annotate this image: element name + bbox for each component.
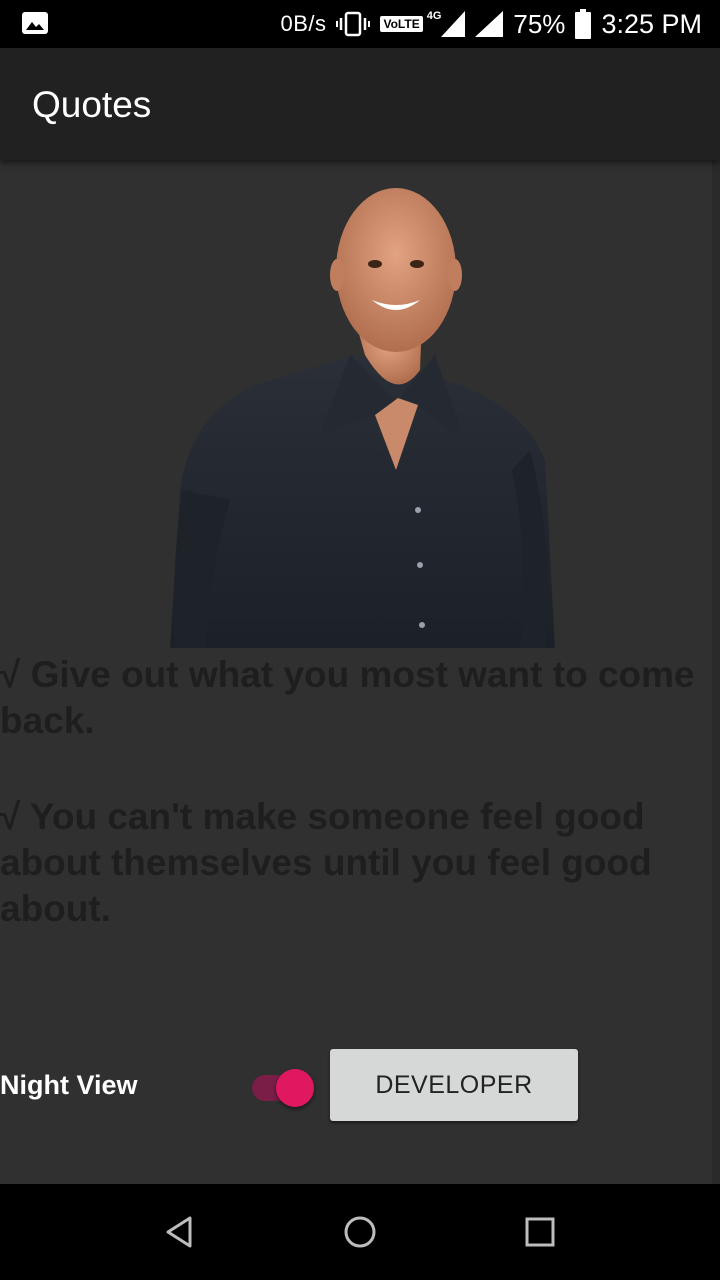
data-speed: 0B/s bbox=[280, 11, 327, 36]
content-edge bbox=[712, 160, 720, 1184]
navigation-bar bbox=[0, 1184, 720, 1280]
back-icon[interactable] bbox=[162, 1214, 198, 1250]
clock: 3:25 PM bbox=[601, 8, 702, 39]
portrait-photo bbox=[170, 188, 555, 648]
status-bar: 0B/s VoLTE 4G 75% 3:25 PM bbox=[0, 0, 720, 48]
page-title: Quotes bbox=[32, 84, 152, 125]
night-view-toggle[interactable] bbox=[252, 1066, 316, 1110]
recents-icon[interactable] bbox=[522, 1214, 558, 1250]
vibrate-icon bbox=[336, 11, 371, 37]
signal-icon-2 bbox=[475, 11, 504, 37]
home-icon[interactable] bbox=[342, 1214, 378, 1250]
signal-icon bbox=[441, 11, 466, 37]
developer-button[interactable]: DEVELOPER bbox=[330, 1049, 578, 1121]
app-bar: Quotes bbox=[0, 48, 720, 160]
battery-percent: 75% bbox=[513, 8, 566, 39]
toggle-thumb bbox=[276, 1069, 314, 1107]
night-view-label: Night View bbox=[0, 1070, 138, 1100]
network-type: 4G bbox=[426, 10, 442, 22]
battery-icon bbox=[575, 9, 592, 39]
main-content: √ Give out what you most want to come ba… bbox=[0, 160, 712, 1184]
quote-1: √ Give out what you most want to come ba… bbox=[0, 654, 695, 741]
image-notification-icon bbox=[22, 12, 48, 34]
quote-2: √ You can't make someone feel good about… bbox=[0, 796, 652, 929]
volte-badge: VoLTE bbox=[380, 16, 423, 32]
